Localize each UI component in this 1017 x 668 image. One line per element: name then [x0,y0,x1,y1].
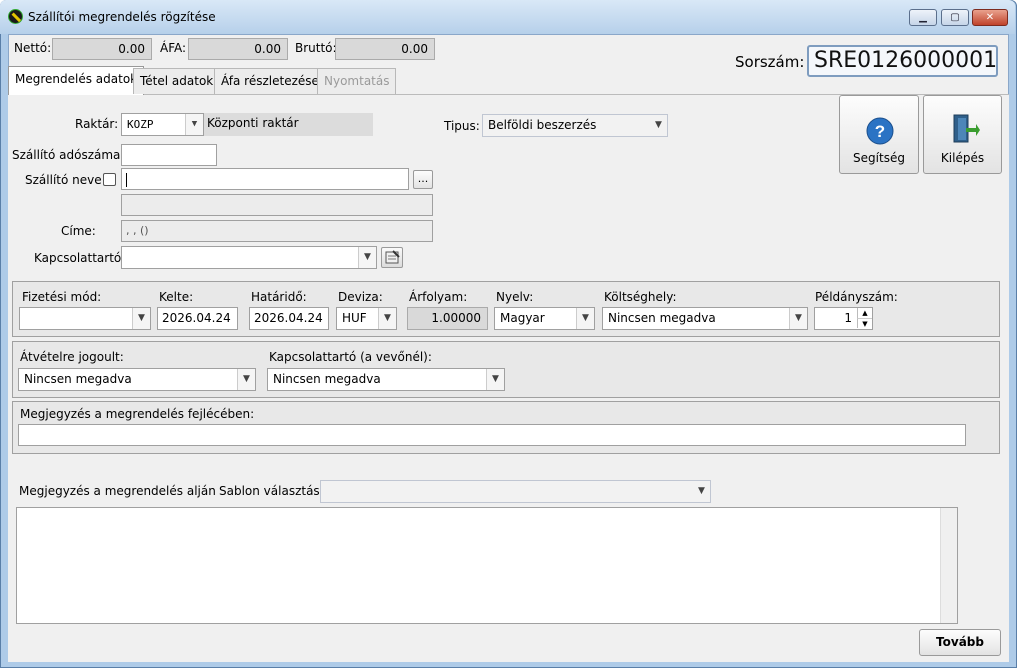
arfolyam-label: Árfolyam: [409,290,468,304]
kapcsolat-select[interactable]: ▼ [121,246,377,269]
tab-tetel-adatok[interactable]: Tétel adatok [133,68,221,94]
tab-afa-reszletezese[interactable]: Áfa részletezése [214,68,326,94]
sorszam-label: Sorszám: [735,53,805,71]
chevron-down-icon: ▼ [650,115,667,136]
cime-value: , , () [121,220,433,242]
koltseg-select[interactable]: Nincsen megadva ▼ [602,307,808,330]
minimize-button[interactable]: ▁ [909,9,937,26]
help-label: Segítség [853,151,905,165]
fejlec-input[interactable] [18,424,966,446]
adoszam-input[interactable] [121,144,217,166]
maximize-button[interactable]: ▢ [941,9,969,26]
aljan-textarea[interactable] [16,507,958,624]
atvetel-select[interactable]: Nincsen megadva ▼ [18,368,256,391]
exit-door-icon [953,114,980,143]
textarea-scrollbar[interactable] [940,508,957,623]
text-cursor [126,172,127,187]
sablon-label: Sablon választás: [219,484,324,498]
chevron-down-icon: ▼ [693,481,710,502]
exit-button[interactable]: Kilépés [923,95,1002,174]
deviza-select[interactable]: HUF ▼ [336,307,397,330]
kelte-label: Kelte: [159,290,194,304]
kelte-input[interactable]: 2026.04.24 [157,307,238,330]
next-button[interactable]: Tovább [919,629,1001,656]
hatarido-input[interactable]: 2026.04.24 [249,307,329,330]
svg-text:?: ? [875,122,885,141]
spin-up-icon[interactable]: ▲ [857,308,872,318]
close-button[interactable]: ✕ [972,9,1008,26]
peldany-label: Példányszám: [815,290,898,304]
edit-contact-button[interactable] [381,247,403,268]
browse-button[interactable]: ... [413,170,433,189]
tab-megrendeles-adatok[interactable]: Megrendelés adatok [8,66,145,95]
netto-value: 0.00 [52,38,152,60]
koltseg-label: Költséghely: [604,290,677,304]
exit-label: Kilépés [940,151,985,165]
sablon-select[interactable]: ▼ [320,480,711,503]
kapcsolat-label: Kapcsolattartó: [34,251,126,265]
fizmod-select[interactable]: ▼ [19,307,151,330]
deviza-label: Deviza: [338,290,383,304]
nev-label: Szállító neve: [25,173,106,187]
deviza-value: HUF [342,311,367,325]
vevo-kapcs-value: Nincsen megadva [273,372,381,386]
help-button[interactable]: ? Segítség [839,95,919,174]
koltseg-value: Nincsen megadva [608,311,716,325]
brutto-value: 0.00 [335,38,435,60]
nyelv-label: Nyelv: [496,290,534,304]
nyelv-value: Magyar [500,311,545,325]
sorszam-value: SRE0126000001 [807,45,998,77]
vevo-kapcs-select[interactable]: Nincsen megadva ▼ [267,368,505,391]
tipus-value: Belföldi beszerzés [488,118,597,132]
aljan-label: Megjegyzés a megrendelés alján [19,484,216,498]
tipus-select[interactable]: Belföldi beszerzés ▼ [482,114,668,137]
hatarido-label: Határidő: [251,290,307,304]
raktar-name: Központi raktár [204,113,373,136]
fizmod-label: Fizetési mód: [22,290,102,304]
chevron-down-icon: ▼ [132,308,150,329]
chevron-down-icon: ▼ [358,247,376,268]
app-logo-icon [8,9,23,24]
afa-value: 0.00 [188,38,288,60]
raktar-label: Raktár: [75,117,119,131]
chevron-down-icon: ▼ [486,369,504,390]
fejlec-label: Megjegyzés a megrendelés fejlécében: [20,407,255,421]
chevron-down-icon: ▼ [789,308,807,329]
raktar-code: KOZP [127,118,154,131]
nev-checkbox[interactable] [103,173,116,186]
raktar-select[interactable]: KOZP ▼ [121,113,204,136]
atvetel-label: Átvételre jogoult: [20,350,124,364]
nev-input[interactable] [121,168,409,190]
tipus-label: Tipus: [444,119,480,133]
cime-label: Címe: [61,224,96,238]
help-icon: ? [866,117,894,145]
chevron-down-icon: ▼ [185,114,203,135]
chevron-down-icon: ▼ [576,308,594,329]
spin-down-icon[interactable]: ▼ [857,318,872,328]
brutto-label: Bruttó: [295,41,337,55]
nev-line2 [121,194,433,216]
chevron-down-icon: ▼ [237,369,255,390]
tab-nyomtatas[interactable]: Nyomtatás [317,68,397,94]
window-title: Szállítói megrendelés rögzítése [28,10,216,24]
netto-label: Nettó: [14,41,52,55]
vevo-kapcs-label: Kapcsolattartó (a vevőnél): [269,350,432,364]
arfolyam-value: 1.00000 [407,307,488,330]
chevron-down-icon: ▼ [378,308,396,329]
nyelv-select[interactable]: Magyar ▼ [494,307,595,330]
atvetel-value: Nincsen megadva [24,372,132,386]
notepad-icon [385,250,400,264]
adoszam-label: Szállító adószáma: [12,148,125,162]
afa-label: ÁFA: [160,41,187,55]
